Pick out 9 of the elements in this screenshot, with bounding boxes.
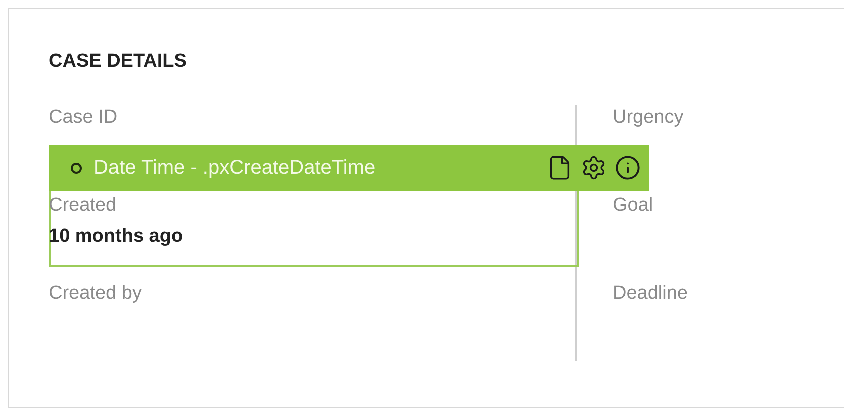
field-label: Goal	[613, 194, 654, 218]
inspector-label: Date Time - .pxCreateDateTime	[94, 156, 376, 181]
field-label: Case ID	[49, 106, 119, 130]
field-label: Urgency	[613, 106, 685, 130]
field-label: Created by	[49, 282, 143, 306]
info-icon[interactable]	[615, 155, 641, 181]
section-title: CASE DETAILS	[49, 50, 188, 74]
field-label: Deadline	[613, 282, 688, 306]
settings-icon[interactable]	[581, 155, 607, 181]
